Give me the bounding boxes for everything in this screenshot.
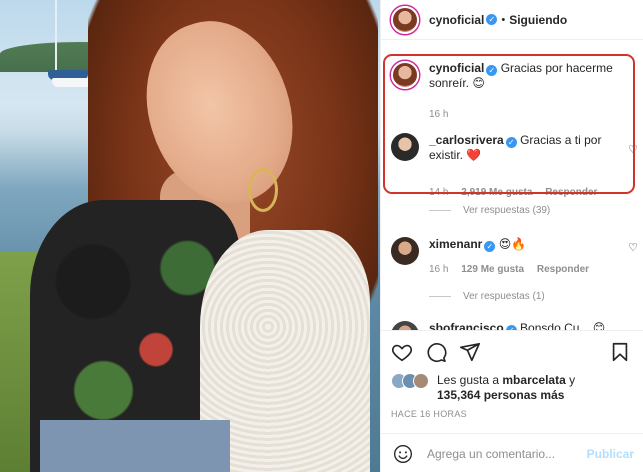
verified-icon: ✓	[486, 14, 498, 25]
view-replies[interactable]: Ver respuestas (1)	[429, 291, 545, 302]
likes-prefix: Les gusta a	[437, 373, 500, 387]
likes-suffix: y	[569, 373, 576, 387]
comment-like-heart-icon[interactable]: ♡	[628, 241, 638, 254]
post-header: cynoficial ✓ • Siguiendo	[381, 0, 643, 40]
likes-summary: Les gusta a mbarcelata y 135,364 persona…	[391, 373, 575, 403]
likes-text: Les gusta a mbarcelata y 135,364 persona…	[437, 373, 575, 403]
sailboat-mast	[55, 0, 57, 80]
emoji-icon[interactable]	[393, 444, 413, 464]
header-username[interactable]: cynoficial	[429, 13, 484, 27]
comment-icon[interactable]	[425, 341, 447, 363]
avatar[interactable]	[391, 5, 419, 34]
post-photo[interactable]	[0, 0, 380, 472]
heart-icon[interactable]	[391, 341, 413, 363]
hoop-earring	[248, 168, 278, 212]
post-timestamp[interactable]: HACE 16 HORAS	[391, 409, 467, 419]
view-replies-label[interactable]: Ver respuestas (1)	[463, 291, 545, 302]
likes-count[interactable]: 135,364 personas más	[437, 388, 564, 402]
post-actions: Les gusta a mbarcelata y 135,364 persona…	[381, 330, 643, 472]
comment-username[interactable]: sbofrancisco	[429, 321, 504, 330]
highlight-box	[383, 54, 635, 194]
bookmark-icon[interactable]	[609, 341, 631, 363]
action-icons	[391, 341, 631, 367]
view-replies-label[interactable]: Ver respuestas (39)	[463, 205, 550, 216]
separator-dot: •	[501, 13, 506, 26]
verified-icon: ✓	[484, 241, 496, 252]
share-icon[interactable]	[459, 341, 481, 363]
comment-text: Bonsdo Cu... 😊	[520, 321, 606, 330]
likes-user[interactable]: mbarcelata	[502, 373, 565, 387]
comment-username[interactable]: ximenanr	[429, 237, 482, 251]
reply-button[interactable]: Responder	[537, 264, 589, 275]
view-replies[interactable]: Ver respuestas (39)	[429, 205, 550, 216]
avatar	[413, 373, 429, 389]
comment-item: ximenanr ✓ 😍🔥 16 h 129 Me gusta Responder	[391, 237, 641, 277]
jeans	[40, 420, 230, 472]
comment-input[interactable]	[427, 446, 587, 461]
comment-likes[interactable]: 129 Me gusta	[461, 264, 524, 275]
comment-item: sbofrancisco✓ Bonsdo Cu... 😊	[391, 321, 641, 330]
avatar[interactable]	[391, 321, 419, 330]
replies-line	[429, 210, 451, 211]
publish-button[interactable]: Publicar	[587, 447, 634, 461]
comment-time[interactable]: 16 h	[429, 264, 448, 275]
liker-avatars	[391, 373, 429, 391]
instagram-post: cynoficial ✓ • Siguiendo cynoficial ✓ Gra…	[0, 0, 643, 472]
follow-status[interactable]: Siguiendo	[509, 13, 567, 27]
comment-text: 😍🔥	[498, 237, 527, 251]
replies-line	[429, 296, 451, 297]
avatar[interactable]	[391, 237, 419, 265]
comment-composer: Publicar	[381, 433, 643, 472]
